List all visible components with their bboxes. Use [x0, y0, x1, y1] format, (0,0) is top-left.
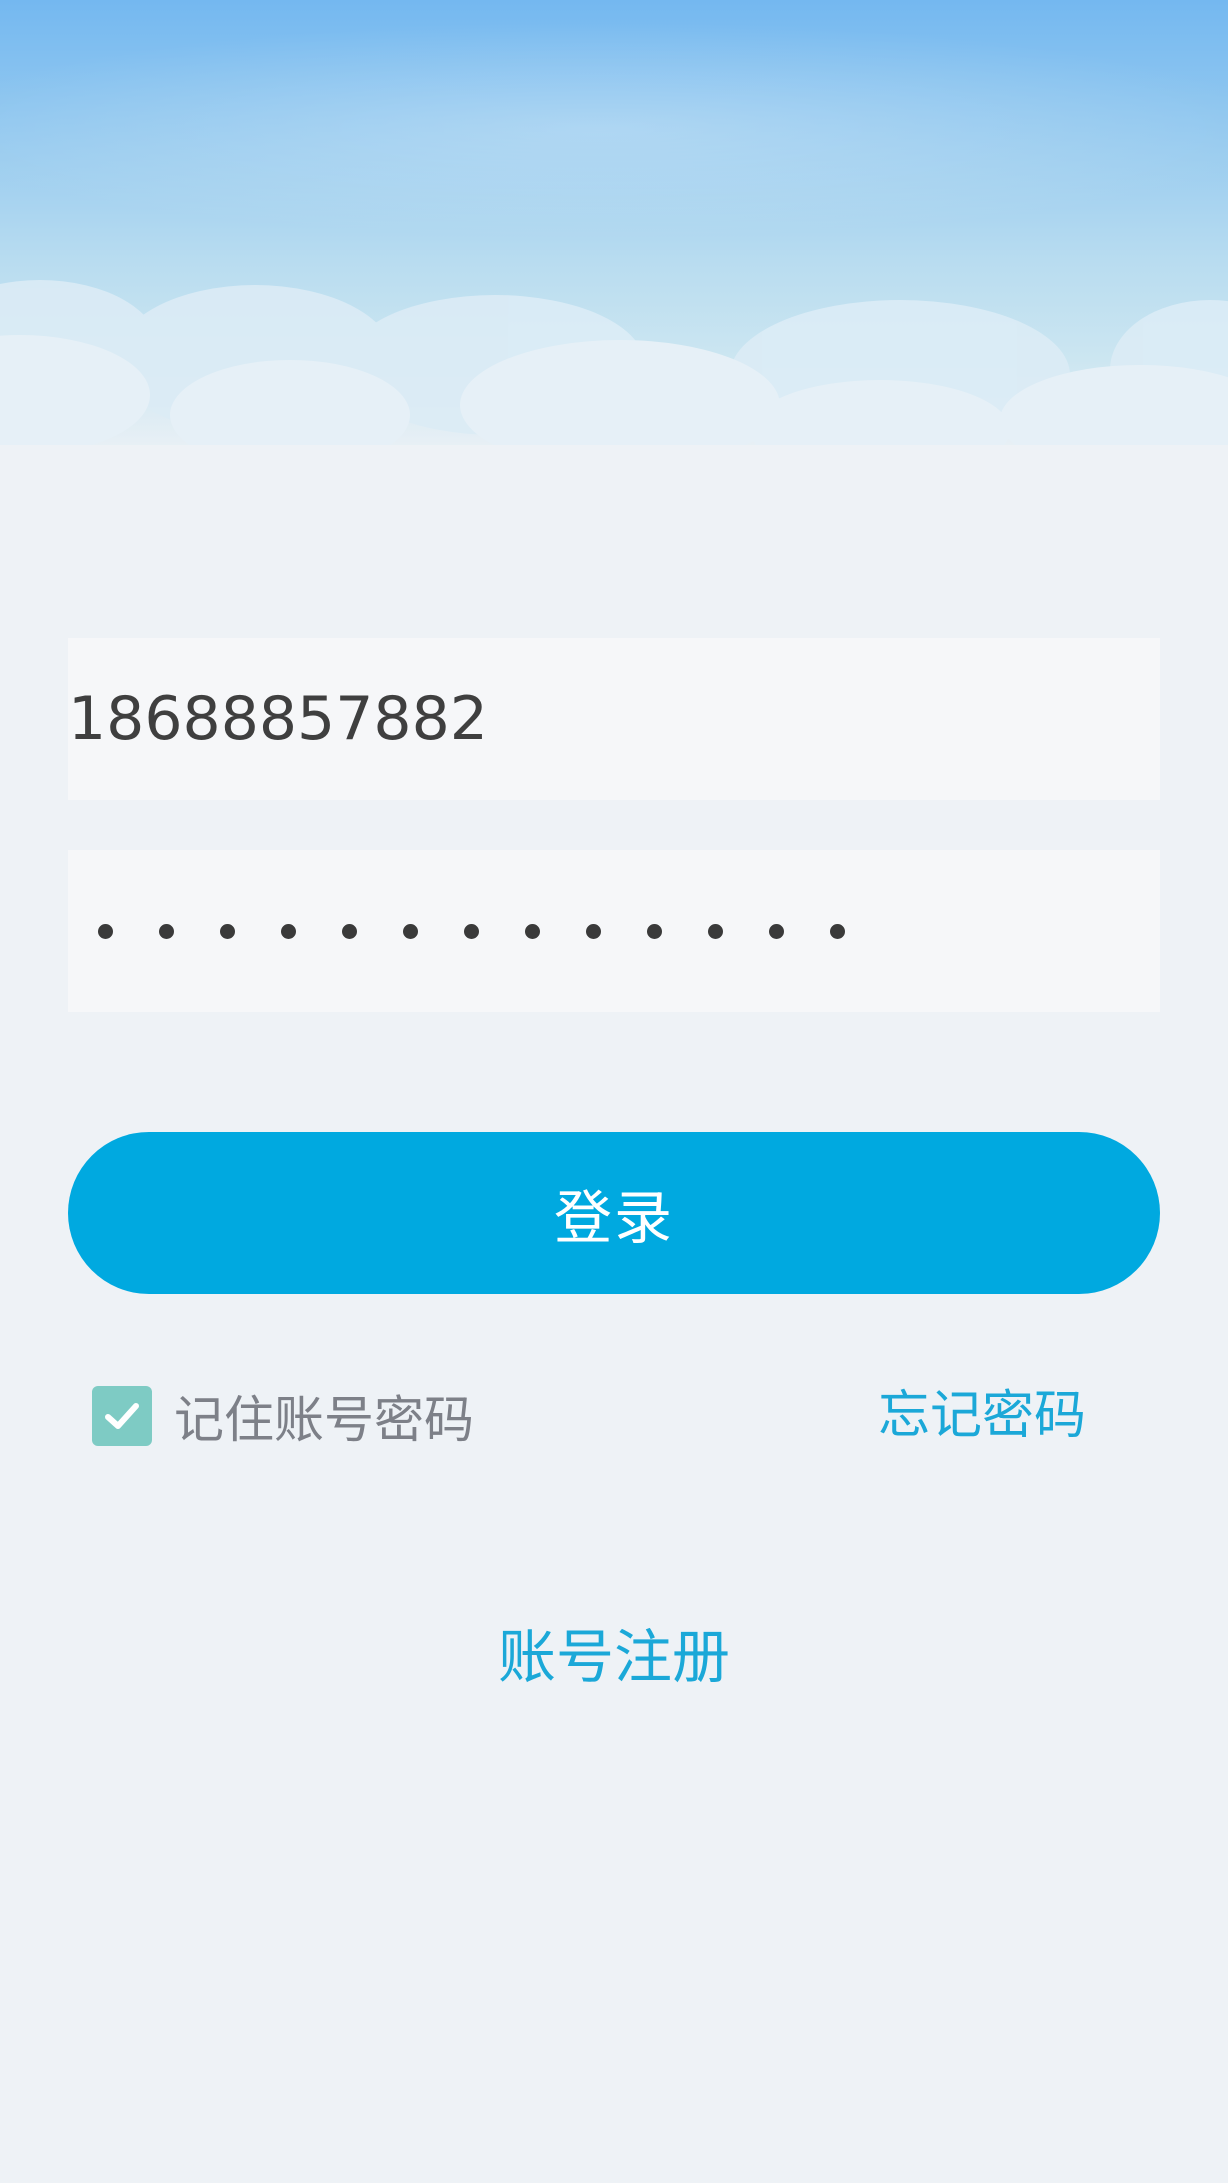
password-mask-dot [281, 923, 296, 939]
remember-credentials-toggle[interactable]: 记住账号密码 [92, 1384, 474, 1449]
password-field[interactable] [68, 850, 1160, 1012]
sky-haze [0, 20, 1228, 240]
remember-label: 记住账号密码 [174, 1391, 474, 1449]
password-mask-dot [769, 923, 784, 939]
register-link[interactable]: 账号注册 [0, 1610, 1228, 1694]
password-mask-dot [464, 923, 479, 939]
password-mask-dot [403, 923, 418, 939]
password-mask-dot [342, 923, 357, 939]
password-mask-dot [830, 923, 845, 939]
login-button[interactable]: 登录 [68, 1132, 1160, 1294]
check-icon [105, 1403, 139, 1429]
password-mask-dot [586, 923, 601, 939]
remember-checkbox[interactable] [92, 1386, 152, 1446]
sky-header-background [0, 0, 1228, 470]
password-mask-dot [98, 923, 113, 939]
clouds-decoration [0, 280, 1228, 470]
password-mask-dot [220, 923, 235, 939]
password-mask-dot [708, 923, 723, 939]
forgot-password-link[interactable]: 忘记密码 [878, 1384, 1086, 1448]
password-mask-dot [159, 923, 174, 939]
phone-input[interactable] [68, 638, 1160, 800]
password-input[interactable] [98, 850, 891, 1012]
password-mask-dot [647, 923, 662, 939]
password-mask-dot [525, 923, 540, 939]
phone-field[interactable] [68, 638, 1160, 800]
